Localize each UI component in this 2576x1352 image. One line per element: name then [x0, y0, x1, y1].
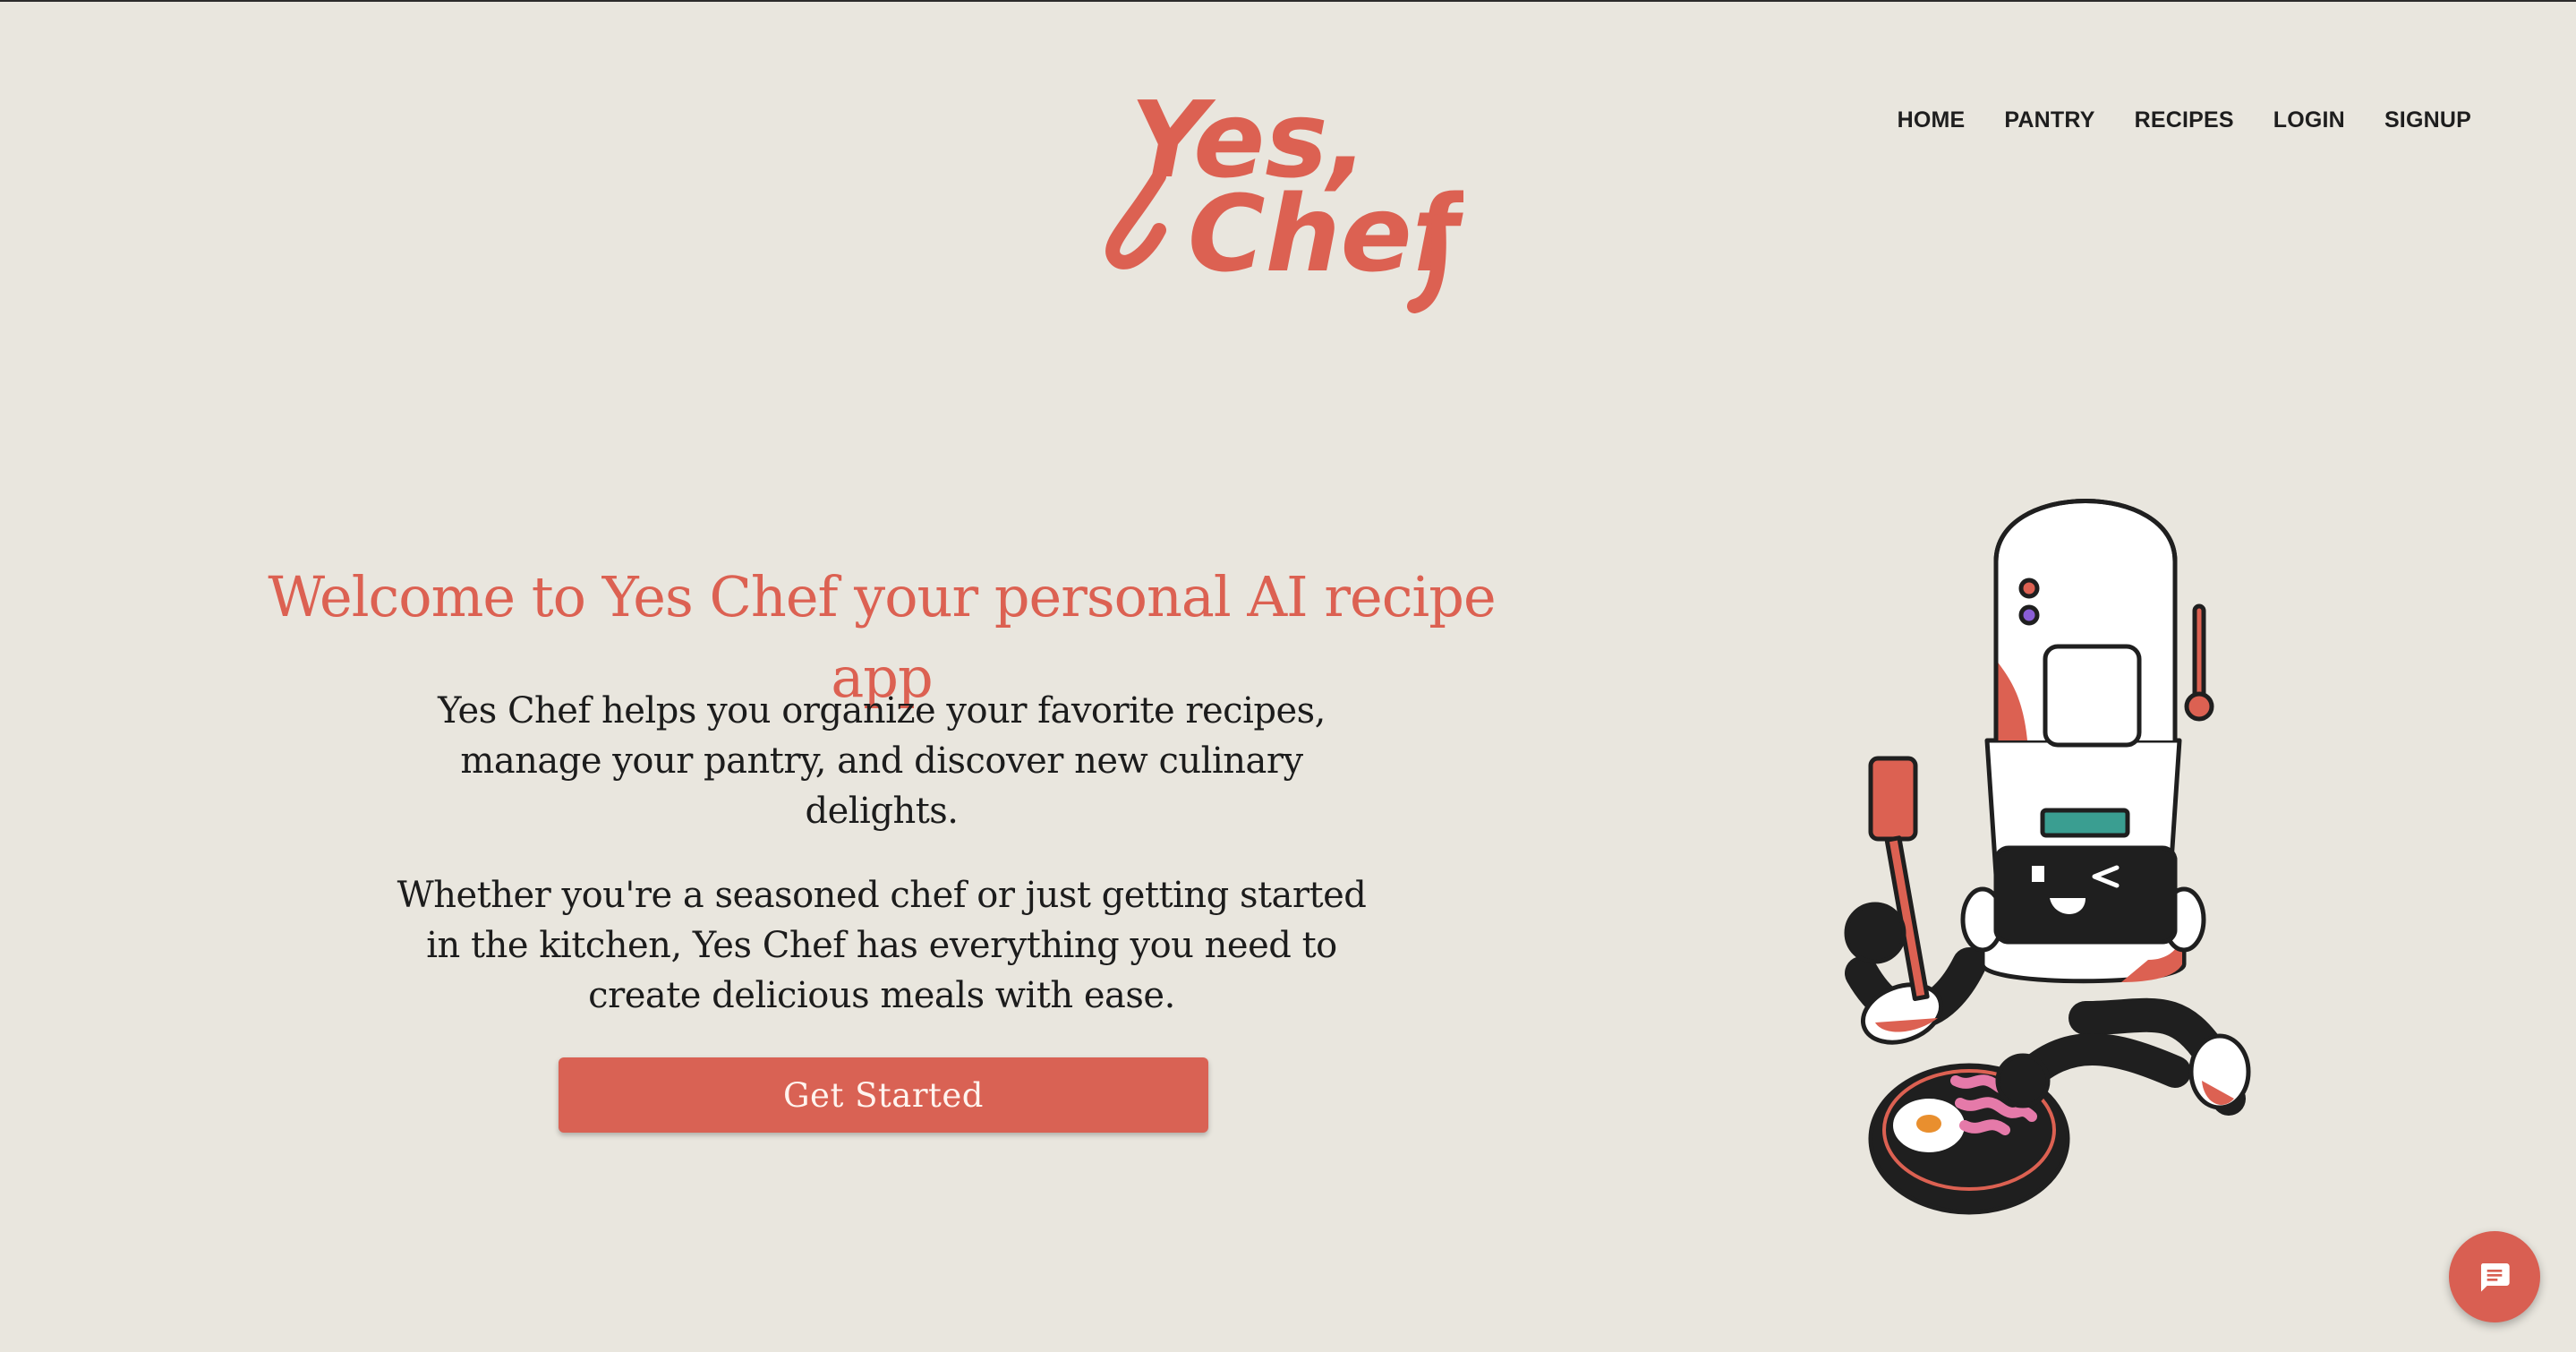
nav-login[interactable]: LOGIN	[2273, 102, 2345, 138]
chat-bubble-icon	[2480, 1263, 2510, 1292]
nav-pantry[interactable]: PANTRY	[2004, 102, 2094, 138]
robot-chef-illustration	[1727, 463, 2282, 1233]
nav-recipes[interactable]: RECIPES	[2135, 102, 2234, 138]
hero-paragraph-1: Yes Chef helps you organize your favorit…	[438, 690, 1326, 832]
yes-chef-logo[interactable]: Yes, Chef	[1105, 78, 1470, 324]
hero-paragraph-2: Whether you're a seasoned chef or just g…	[397, 875, 1367, 1016]
main-nav: HOME PANTRY RECIPES LOGIN SIGNUP	[1858, 102, 2471, 138]
page: Yes, Chef HOME PANTRY RECIPES LOGIN SIGN…	[0, 0, 2576, 1352]
nav-home[interactable]: HOME	[1898, 102, 1966, 138]
get-started-button[interactable]: Get Started	[559, 1057, 1208, 1133]
nav-signup[interactable]: SIGNUP	[2384, 102, 2471, 138]
chat-button[interactable]	[2449, 1231, 2540, 1322]
logo-text-line2: Chef	[1188, 172, 1463, 295]
